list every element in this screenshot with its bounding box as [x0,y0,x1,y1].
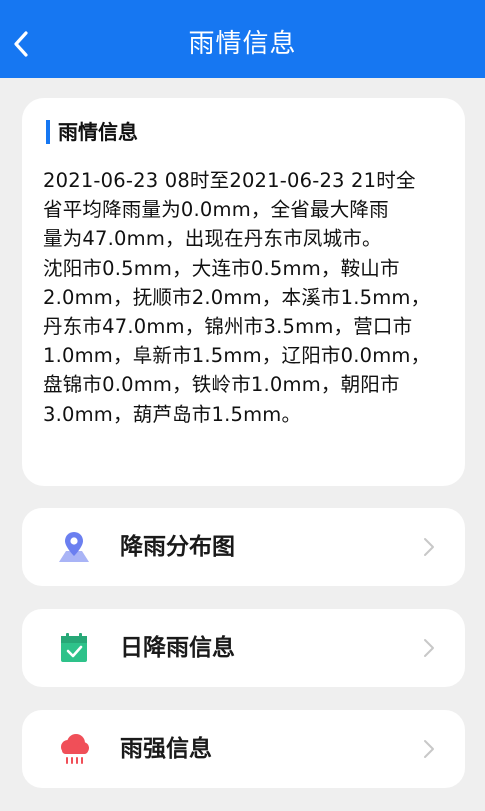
rain-cloud-icon [61,734,89,764]
menu-label: 日降雨信息 [120,635,235,661]
chevron-right-icon [424,740,434,758]
menu-label: 降雨分布图 [120,534,235,560]
menu-item-rain-distribution[interactable]: 降雨分布图 [22,508,465,586]
rain-info-line: 2.0mm，抚顺市2.0mm，本溪市1.5mm， [43,285,431,309]
rain-info-line: 省平均降雨量为0.0mm，全省最大降雨 [43,198,389,222]
menu-label: 雨强信息 [120,736,212,762]
map-pin-icon [59,532,89,562]
rain-info-line: 3.0mm，葫芦岛市1.5mm。 [43,402,302,426]
calendar-check-icon [61,633,87,662]
menu-item-daily-rainfall[interactable]: 日降雨信息 [22,609,465,687]
title-accent-bar [46,120,50,144]
rain-info-card: 雨情信息 2021-06-23 08时至2021-06-23 21时全 省平均降… [22,98,465,486]
rain-info-line: 丹东市47.0mm，锦州市3.5mm，营口市 [43,315,413,339]
chevron-right-icon [424,639,434,657]
page-title: 雨情信息 [188,29,297,59]
rain-info-text: 2021-06-23 08时至2021-06-23 21时全 省平均降雨量为0.… [43,166,453,429]
rain-info-line: 量为47.0mm，出现在丹东市凤城市。 [43,227,382,251]
rain-info-title: 雨情信息 [58,120,138,144]
rain-info-line: 1.0mm，阜新市1.5mm，辽阳市0.0mm， [43,344,431,368]
app-header: 雨情信息 [0,0,485,78]
rain-info-line: 2021-06-23 08时至2021-06-23 21时全 [43,169,416,192]
rain-info-line: 盘锦市0.0mm，铁岭市1.0mm，朝阳市 [43,373,400,397]
menu-item-rain-intensity[interactable]: 雨强信息 [22,710,465,788]
chevron-right-icon [424,538,434,556]
rain-info-line: 沈阳市0.5mm，大连市0.5mm，鞍山市 [43,256,400,280]
